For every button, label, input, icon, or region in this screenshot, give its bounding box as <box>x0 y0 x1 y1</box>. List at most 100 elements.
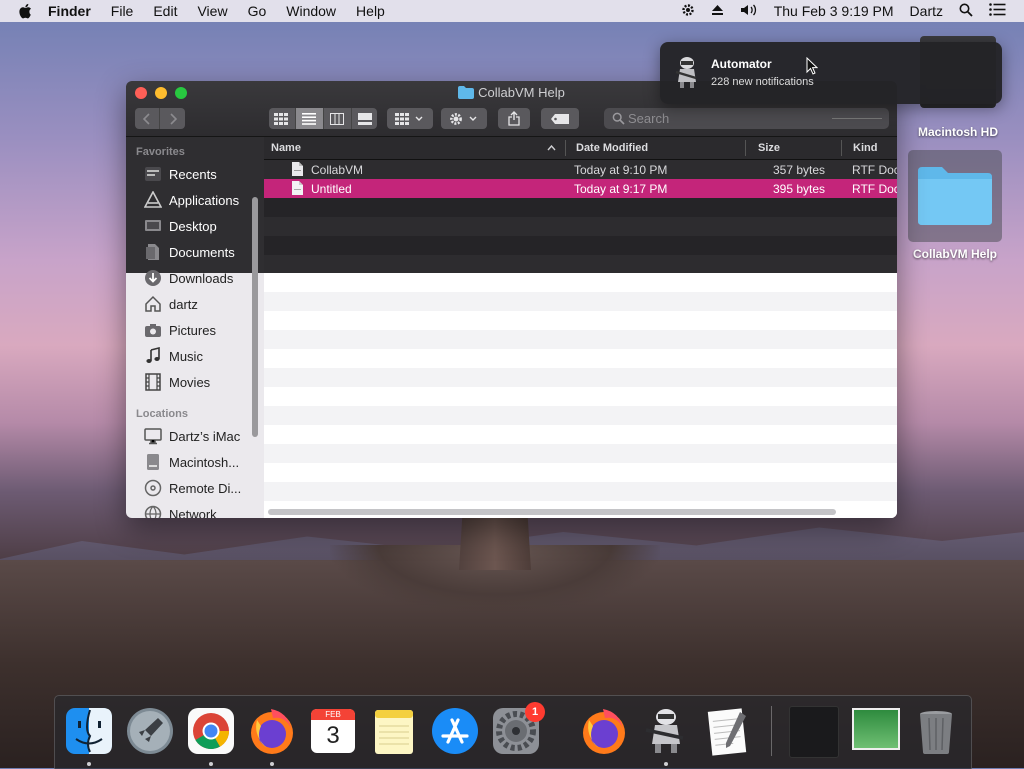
sidebar-item-network[interactable]: Network <box>144 503 217 518</box>
group-by-button[interactable] <box>387 108 433 129</box>
sidebar-item-movies[interactable]: Movies <box>144 371 210 393</box>
share-button[interactable] <box>498 108 530 129</box>
table-row[interactable]: CollabVM Today at 9:10 PM 357 bytes RTF … <box>264 160 897 179</box>
sidebar-item-remote-disc[interactable]: Remote Di... <box>144 477 241 499</box>
column-header-name[interactable]: Name <box>271 142 301 154</box>
sidebar-item-label: Documents <box>169 244 235 260</box>
sidebar-item-applications[interactable]: Applications <box>144 189 239 211</box>
file-kind: RTF Doc <box>852 182 897 196</box>
firefox-alt-icon[interactable] <box>579 706 629 756</box>
sidebar-scrollbar[interactable] <box>252 197 258 437</box>
file-kind: RTF Doc <box>852 163 897 177</box>
running-indicator <box>87 762 91 766</box>
gear-status-icon[interactable] <box>673 3 703 20</box>
menu-view[interactable]: View <box>187 3 237 19</box>
tags-button[interactable] <box>541 108 579 129</box>
running-indicator <box>209 762 213 766</box>
menu-edit[interactable]: Edit <box>143 3 187 19</box>
empty-row <box>264 406 897 425</box>
sidebar-item-label: Recents <box>169 166 217 182</box>
horizontal-scrollbar[interactable] <box>268 509 836 515</box>
empty-row <box>264 330 897 349</box>
search-placeholder: Search <box>628 111 670 126</box>
search-field[interactable]: Search <box>604 108 889 129</box>
sidebar-item-pictures[interactable]: Pictures <box>144 319 216 341</box>
file-name: CollabVM <box>311 163 364 177</box>
chevron-right-icon <box>169 112 177 125</box>
sidebar-item-documents[interactable]: Documents <box>144 241 235 263</box>
automator-app-icon[interactable] <box>641 706 691 756</box>
empty-row <box>264 482 897 501</box>
column-header-size[interactable]: Size <box>758 142 780 154</box>
menu-window[interactable]: Window <box>276 3 346 19</box>
trash-icon[interactable] <box>911 706 961 756</box>
menu-user[interactable]: Dartz <box>902 3 951 19</box>
icon-view-button[interactable] <box>268 108 296 129</box>
menu-app-name[interactable]: Finder <box>38 3 101 19</box>
minimized-window-thumbnail[interactable] <box>789 706 839 758</box>
dock-separator <box>771 706 772 756</box>
sidebar-item-dartz[interactable]: dartz <box>144 293 198 315</box>
empty-row <box>264 444 897 463</box>
empty-row <box>264 387 897 406</box>
group-grid-dropdown-icon <box>395 112 423 125</box>
column-separator[interactable] <box>745 140 746 156</box>
file-rows: CollabVM Today at 9:10 PM 357 bytes RTF … <box>264 160 897 518</box>
table-row-selected[interactable]: Untitled Today at 9:17 PM 395 bytes RTF … <box>264 179 897 198</box>
file-date: Today at 9:17 PM <box>574 182 668 196</box>
file-size: 395 bytes <box>773 182 826 196</box>
file-name: Untitled <box>311 182 352 196</box>
menu-file[interactable]: File <box>101 3 144 19</box>
sidebar-item-imac[interactable]: Dartz’s iMac <box>144 425 240 447</box>
sidebar-item-music[interactable]: Music <box>144 345 203 367</box>
app-store-icon[interactable] <box>430 706 480 756</box>
image-file-thumbnail[interactable] <box>852 708 900 750</box>
tag-icon <box>551 113 569 124</box>
list-view-button[interactable] <box>295 108 324 129</box>
notes-app-icon[interactable] <box>369 706 419 756</box>
column-separator[interactable] <box>565 140 566 156</box>
empty-row <box>264 463 897 482</box>
imac-icon <box>144 428 162 445</box>
column-separator[interactable] <box>841 140 842 156</box>
chrome-browser-icon[interactable] <box>186 706 236 756</box>
finder-app-icon[interactable] <box>64 706 114 756</box>
sidebar-item-macintosh-hd[interactable]: Macintosh... <box>144 451 239 473</box>
textedit-app-icon[interactable] <box>702 706 752 756</box>
menu-clock[interactable]: Thu Feb 3 9:19 PM <box>766 3 902 19</box>
forward-button[interactable] <box>160 108 185 129</box>
window-title-text: CollabVM Help <box>478 85 565 100</box>
notification-center-icon[interactable] <box>981 3 1014 19</box>
empty-row <box>264 255 897 273</box>
action-button[interactable] <box>441 108 487 129</box>
launchpad-rocket-icon[interactable] <box>125 706 175 756</box>
network-globe-icon <box>144 505 162 518</box>
macintosh-hd-label[interactable]: Macintosh HD <box>905 125 1011 139</box>
chevron-left-icon <box>143 112 150 125</box>
menu-go[interactable]: Go <box>238 3 277 19</box>
eject-icon[interactable] <box>703 3 732 19</box>
column-header-kind[interactable]: Kind <box>853 142 877 154</box>
collabvm-help-folder-label[interactable]: CollabVM Help <box>900 247 1010 261</box>
calendar-app-icon[interactable]: FEB 3 <box>308 706 358 756</box>
apple-menu-icon[interactable] <box>18 3 32 19</box>
sort-ascending-icon[interactable] <box>547 145 556 151</box>
menu-help[interactable]: Help <box>346 3 395 19</box>
collabvm-help-folder-icon[interactable] <box>916 163 994 227</box>
spotlight-search-icon[interactable] <box>951 3 981 20</box>
sidebar-item-label: dartz <box>169 296 198 312</box>
camera-icon <box>145 324 161 337</box>
sidebar-item-recents[interactable]: Recents <box>144 163 217 185</box>
back-button[interactable] <box>135 108 160 129</box>
rtf-document-icon <box>292 162 303 176</box>
sidebar-item-downloads[interactable]: Downloads <box>144 267 233 289</box>
file-date: Today at 9:10 PM <box>574 163 668 177</box>
empty-row <box>264 292 897 311</box>
volume-icon[interactable] <box>732 3 766 20</box>
notification-banner[interactable]: Automator 228 new notifications <box>660 42 1002 104</box>
firefox-browser-icon[interactable] <box>247 706 297 756</box>
sidebar-item-desktop[interactable]: Desktop <box>144 215 217 237</box>
column-view-button[interactable] <box>324 108 352 129</box>
gallery-view-button[interactable] <box>352 108 379 129</box>
column-header-date-modified[interactable]: Date Modified <box>576 142 648 154</box>
